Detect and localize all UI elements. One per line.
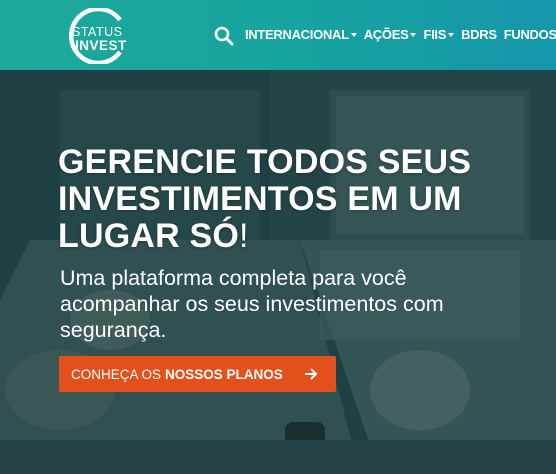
subtext-line-1: Uma plataforma completa para você xyxy=(60,266,407,290)
logo-text-invest: INVEST xyxy=(75,38,127,53)
main-nav: INTERNACIONAL AÇÕES FIIS BDRS FUNDOS xyxy=(245,27,556,42)
headline-line-3: LUGAR SÓ! xyxy=(58,218,528,255)
nav-item-fiis[interactable]: FIIS xyxy=(423,27,455,42)
nav-item-internacional[interactable]: INTERNACIONAL xyxy=(245,27,357,42)
hero-subtext: Uma plataforma completa para você acompa… xyxy=(60,265,530,343)
nav-item-label: FIIS xyxy=(423,27,447,42)
plans-cta-button[interactable]: CONHEÇA OS NOSSOS PLANOS xyxy=(59,356,336,392)
logo-text-status: STATUS xyxy=(72,25,123,39)
chevron-down-icon xyxy=(350,32,357,37)
nav-item-label: BDRS xyxy=(461,27,497,42)
headline-line-1: GERENCIE TODOS SEUS xyxy=(58,143,472,181)
subtext-line-2: acompanhar os seus investimentos com xyxy=(60,292,444,316)
nav-item-label: AÇÕES xyxy=(363,27,409,42)
nav-item-fundos[interactable]: FUNDOS xyxy=(504,27,556,42)
status-invest-logo[interactable]: STATUS INVEST xyxy=(58,8,136,64)
headline-exclamation: ! xyxy=(239,217,249,255)
chevron-down-icon xyxy=(448,32,455,37)
nav-item-bdrs[interactable]: BDRS xyxy=(461,27,497,42)
nav-item-label: FUNDOS xyxy=(503,27,556,42)
hero-headline: GERENCIE TODOS SEUS INVESTIMENTOS EM UM … xyxy=(58,144,528,255)
nav-item-label: INTERNACIONAL xyxy=(245,27,349,42)
search-icon[interactable] xyxy=(214,26,234,46)
top-navbar: STATUS INVEST INTERNACIONAL AÇÕES FIIS B… xyxy=(0,0,556,70)
arrow-right-icon xyxy=(305,368,318,380)
cta-prefix: CONHEÇA OS xyxy=(71,366,162,382)
nav-item-acoes[interactable]: AÇÕES xyxy=(364,27,417,42)
chevron-down-icon xyxy=(410,32,417,37)
cta-strong: NOSSOS PLANOS xyxy=(165,366,283,382)
headline-line-2: INVESTIMENTOS EM UM xyxy=(58,180,462,218)
subtext-line-3: segurança. xyxy=(60,318,167,342)
headline-line-3-text: LUGAR SÓ xyxy=(58,217,240,255)
